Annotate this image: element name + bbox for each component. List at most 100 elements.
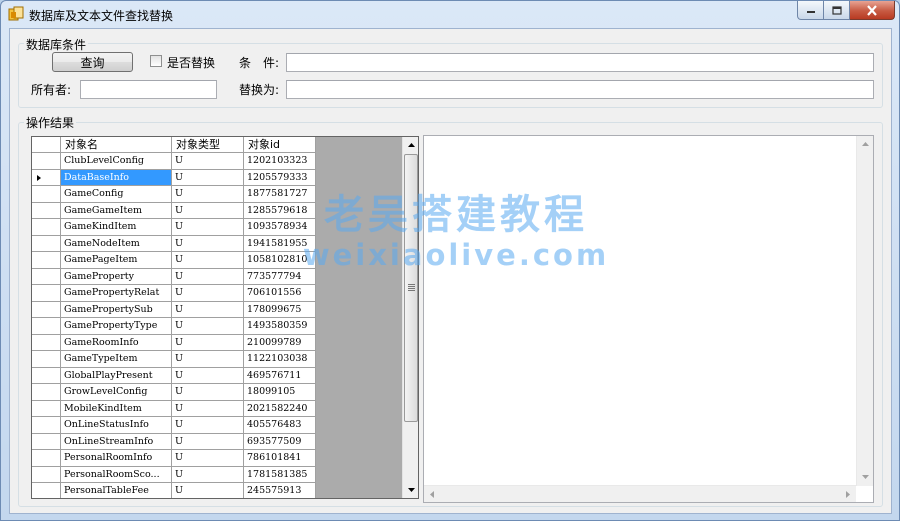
cell-object-name[interactable]: GamePageItem (61, 252, 172, 269)
cell-object-id[interactable]: 1202103323 (244, 153, 316, 170)
table-row[interactable]: MobileKindItem U 2021582240 (32, 400, 316, 417)
cell-object-name[interactable]: GamePropertyRelat (61, 285, 172, 302)
results-grid[interactable]: 对象名 对象类型 对象id ClubLevelConfig U 1202103323… (31, 136, 419, 499)
cell-object-id[interactable]: 1877581727 (244, 186, 316, 203)
cell-object-id[interactable]: 773577794 (244, 268, 316, 285)
cell-object-name[interactable]: GamePropertySub (61, 301, 172, 318)
cell-object-type[interactable]: U (172, 334, 244, 351)
output-textarea[interactable] (423, 135, 874, 503)
cell-object-name[interactable]: OnLineStreamInfo (61, 433, 172, 450)
cell-object-name[interactable]: GlobalPlayPresent (61, 367, 172, 384)
table-row[interactable]: OnLineStatusInfo U 405576483 (32, 417, 316, 434)
cell-object-name[interactable]: GameRoomInfo (61, 334, 172, 351)
cell-object-id[interactable]: 245575913 (244, 483, 316, 498)
close-button[interactable] (850, 1, 895, 20)
row-header-cell[interactable] (32, 417, 61, 434)
cell-object-id[interactable]: 1205579333 (244, 169, 316, 186)
cell-object-id[interactable]: 2021582240 (244, 400, 316, 417)
table-row[interactable]: GameConfig U 1877581727 (32, 186, 316, 203)
cell-object-name[interactable]: GameNodeItem (61, 235, 172, 252)
scroll-thumb[interactable] (404, 154, 418, 422)
cell-object-name[interactable]: DataBaseInfo (61, 169, 172, 186)
cell-object-type[interactable]: U (172, 268, 244, 285)
row-header-cell[interactable] (32, 466, 61, 483)
cell-object-type[interactable]: U (172, 351, 244, 368)
cell-object-type[interactable]: U (172, 483, 244, 498)
table-row[interactable]: GameKindItem U 1093578934 (32, 219, 316, 236)
column-header-id[interactable]: 对象id (244, 137, 316, 153)
table-row[interactable]: GrowLevelConfig U 18099105 (32, 384, 316, 401)
cell-object-name[interactable]: GameTypeItem (61, 351, 172, 368)
row-header-cell[interactable] (32, 301, 61, 318)
title-bar[interactable]: 数据库及文本文件查找替换 (1, 1, 899, 27)
cell-object-type[interactable]: U (172, 367, 244, 384)
cell-object-type[interactable]: U (172, 417, 244, 434)
row-header-cell[interactable] (32, 202, 61, 219)
row-header-cell[interactable] (32, 169, 61, 186)
textarea-scroll-up-button[interactable] (857, 136, 873, 152)
query-button[interactable]: 查询 (52, 52, 133, 72)
textarea-vertical-scrollbar[interactable] (856, 136, 873, 486)
cell-object-id[interactable]: 210099789 (244, 334, 316, 351)
cell-object-type[interactable]: U (172, 169, 244, 186)
cell-object-type[interactable]: U (172, 202, 244, 219)
table-row[interactable]: PersonalRoomInfo U 786101841 (32, 450, 316, 467)
row-header-cell[interactable] (32, 433, 61, 450)
row-header-cell[interactable] (32, 384, 61, 401)
cell-object-id[interactable]: 178099675 (244, 301, 316, 318)
cell-object-type[interactable]: U (172, 301, 244, 318)
scroll-right-button[interactable] (840, 486, 856, 502)
cell-object-type[interactable]: U (172, 219, 244, 236)
table-row[interactable]: GlobalPlayPresent U 469576711 (32, 367, 316, 384)
textarea-horizontal-scrollbar[interactable] (424, 485, 856, 502)
cell-object-name[interactable]: ClubLevelConfig (61, 153, 172, 170)
cell-object-type[interactable]: U (172, 186, 244, 203)
cell-object-name[interactable]: OnLineStatusInfo (61, 417, 172, 434)
minimize-button[interactable] (797, 1, 824, 20)
row-header-cell[interactable] (32, 235, 61, 252)
cell-object-name[interactable]: GameProperty (61, 268, 172, 285)
table-row[interactable]: GamePropertySub U 178099675 (32, 301, 316, 318)
cell-object-type[interactable]: U (172, 318, 244, 335)
table-row[interactable]: GamePropertyType U 1493580359 (32, 318, 316, 335)
cell-object-id[interactable]: 469576711 (244, 367, 316, 384)
cell-object-id[interactable]: 1941581955 (244, 235, 316, 252)
row-header-cell[interactable] (32, 400, 61, 417)
table-row[interactable]: DataBaseInfo U 1205579333 (32, 169, 316, 186)
table-row[interactable]: GamePageItem U 1058102810 (32, 252, 316, 269)
cell-object-type[interactable]: U (172, 450, 244, 467)
row-header-cell[interactable] (32, 483, 61, 498)
row-header-cell[interactable] (32, 367, 61, 384)
cell-object-type[interactable]: U (172, 433, 244, 450)
cell-object-type[interactable]: U (172, 252, 244, 269)
table-row[interactable]: GameNodeItem U 1941581955 (32, 235, 316, 252)
maximize-button[interactable] (824, 1, 850, 20)
cell-object-id[interactable]: 1285579618 (244, 202, 316, 219)
row-header-cell[interactable] (32, 219, 61, 236)
cell-object-id[interactable]: 1122103038 (244, 351, 316, 368)
cell-object-id[interactable]: 1781581385 (244, 466, 316, 483)
owner-input[interactable] (80, 80, 217, 99)
cell-object-type[interactable]: U (172, 400, 244, 417)
row-header-cell[interactable] (32, 252, 61, 269)
cell-object-name[interactable]: PersonalTableFee (61, 483, 172, 498)
table-row[interactable]: GameTypeItem U 1122103038 (32, 351, 316, 368)
table-row[interactable]: GameRoomInfo U 210099789 (32, 334, 316, 351)
cell-object-name[interactable]: PersonalRoomSco... (61, 466, 172, 483)
column-header-name[interactable]: 对象名 (61, 137, 172, 153)
condition-input[interactable] (286, 53, 874, 72)
table-row[interactable]: GameGameItem U 1285579618 (32, 202, 316, 219)
cell-object-id[interactable]: 1093578934 (244, 219, 316, 236)
scroll-left-button[interactable] (424, 486, 440, 502)
row-header-cell[interactable] (32, 153, 61, 170)
grid-corner-cell[interactable] (32, 137, 61, 153)
row-header-cell[interactable] (32, 186, 61, 203)
cell-object-id[interactable]: 18099105 (244, 384, 316, 401)
row-header-cell[interactable] (32, 318, 61, 335)
cell-object-type[interactable]: U (172, 153, 244, 170)
table-row[interactable]: PersonalRoomSco... U 1781581385 (32, 466, 316, 483)
cell-object-type[interactable]: U (172, 285, 244, 302)
cell-object-id[interactable]: 706101556 (244, 285, 316, 302)
column-header-type[interactable]: 对象类型 (172, 137, 244, 153)
scroll-up-button[interactable] (403, 137, 418, 153)
